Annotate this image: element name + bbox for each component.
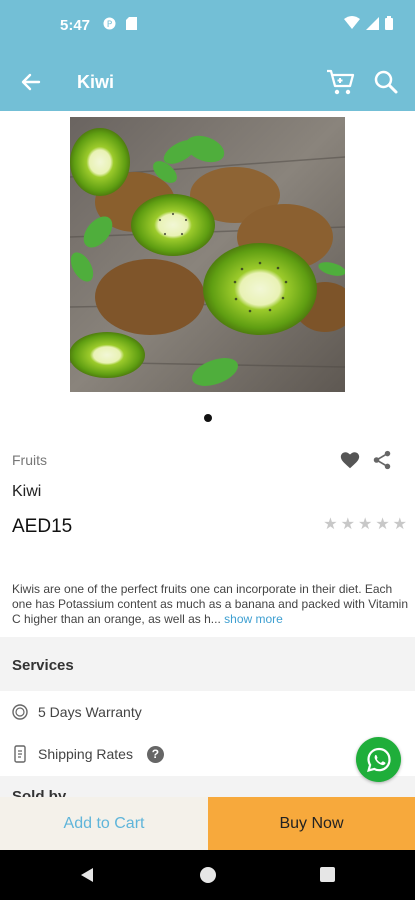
svg-text:P: P	[107, 20, 113, 30]
data-saver-icon: P	[103, 17, 116, 33]
add-to-cart-button[interactable]: Add to Cart	[0, 797, 208, 850]
warranty-badge-icon	[12, 704, 28, 720]
rating-stars: ★ ★ ★ ★ ★	[323, 516, 407, 534]
product-category: Fruits	[12, 452, 47, 468]
description-text: Kiwis are one of the perfect fruits one …	[12, 582, 409, 626]
service-warranty: 5 Days Warranty	[12, 704, 142, 720]
cart-icon[interactable]	[325, 67, 355, 97]
star-icon: ★	[375, 516, 390, 533]
services-title: Services	[12, 657, 74, 674]
heart-icon[interactable]	[339, 449, 361, 471]
product-name: Kiwi	[12, 483, 42, 500]
show-more-link[interactable]: show more	[224, 612, 283, 626]
product-description: Kiwis are one of the perfect fruits one …	[12, 582, 410, 627]
back-arrow-icon[interactable]	[18, 69, 44, 95]
whatsapp-icon[interactable]	[356, 737, 401, 782]
battery-icon	[385, 16, 393, 30]
status-bar: 5:47 P	[0, 0, 415, 55]
share-icon[interactable]	[371, 449, 393, 471]
carousel-indicator[interactable]	[204, 414, 212, 422]
page-title: Kiwi	[77, 72, 115, 92]
search-icon[interactable]	[371, 67, 401, 97]
app-bar: Kiwi	[0, 55, 415, 111]
product-image[interactable]	[70, 117, 345, 392]
nav-back-icon[interactable]	[78, 866, 96, 884]
nav-recents-icon[interactable]	[320, 867, 335, 882]
buy-now-button[interactable]: Buy Now	[208, 797, 415, 850]
signal-icon	[366, 16, 379, 30]
receipt-icon	[14, 745, 26, 763]
star-icon: ★	[323, 516, 338, 533]
product-price: AED15	[12, 516, 73, 537]
system-nav-bar	[0, 850, 415, 900]
nav-home-icon[interactable]	[200, 867, 216, 883]
service-label: 5 Days Warranty	[38, 704, 142, 720]
help-icon[interactable]: ?	[146, 745, 164, 763]
service-shipping[interactable]: Shipping Rates ?	[12, 745, 164, 763]
sd-card-icon	[126, 17, 137, 33]
star-icon: ★	[357, 516, 373, 533]
wifi-icon	[344, 16, 360, 29]
star-icon: ★	[392, 516, 407, 533]
service-label: Shipping Rates	[38, 746, 133, 762]
star-icon: ★	[340, 516, 355, 533]
status-icons	[344, 16, 393, 30]
bottom-action-bar: Add to Cart Buy Now	[0, 797, 415, 850]
status-time: 5:47	[60, 17, 91, 34]
